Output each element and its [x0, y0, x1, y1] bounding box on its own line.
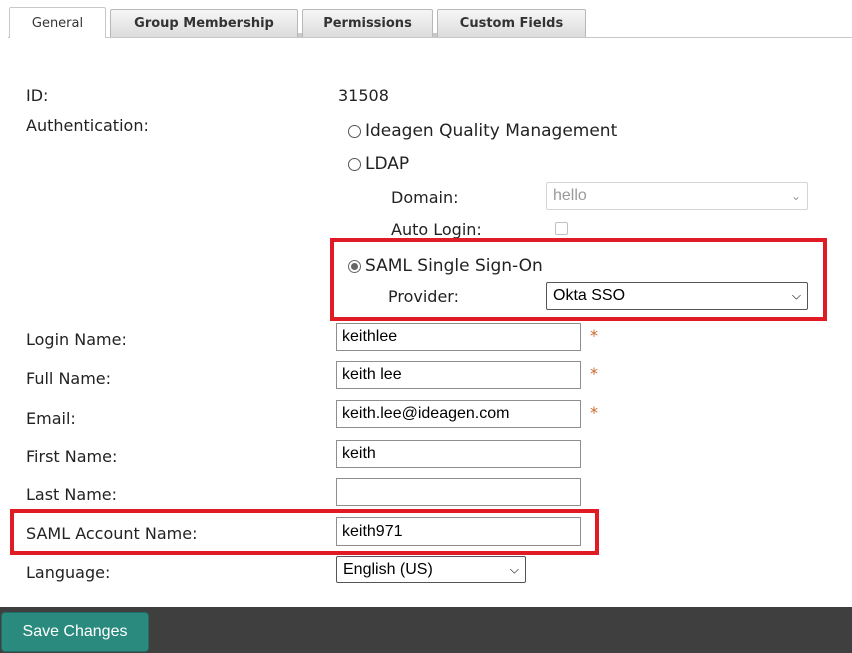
auth-option-iqm-label: Ideagen Quality Management [365, 121, 618, 141]
first-name-label: First Name: [26, 447, 118, 466]
last-name-input[interactable] [336, 478, 581, 506]
required-mark: * [590, 326, 598, 345]
full-name-label: Full Name: [26, 369, 112, 388]
domain-select-value: hello [553, 187, 587, 204]
domain-select[interactable]: hello ⌄ [546, 182, 808, 210]
saml-account-name-input[interactable] [336, 517, 581, 546]
domain-label: Domain: [391, 188, 459, 207]
tab-custom-fields[interactable]: Custom Fields [437, 9, 586, 37]
auth-option-saml[interactable]: SAML Single Sign-On [348, 256, 543, 276]
email-label: Email: [26, 409, 76, 428]
tab-label: General [31, 15, 84, 31]
save-changes-button[interactable]: Save Changes [1, 612, 149, 652]
email-input[interactable] [336, 400, 581, 428]
radio-saml[interactable] [348, 259, 361, 273]
tab-bar: General Group Membership Permissions Cus… [0, 0, 852, 38]
auth-option-ldap-label: LDAP [365, 154, 410, 174]
first-name-input[interactable] [336, 440, 581, 468]
language-select-value: English (US) [343, 560, 433, 578]
radio-iqm[interactable] [348, 124, 361, 138]
id-value: 31508 [338, 86, 389, 105]
required-mark: * [590, 364, 598, 383]
full-name-input[interactable] [336, 361, 581, 389]
chevron-down-icon: ⌵ [509, 562, 519, 576]
auto-login-label: Auto Login: [391, 220, 482, 239]
tab-permissions[interactable]: Permissions [302, 9, 433, 37]
last-name-label: Last Name: [26, 485, 118, 504]
language-select[interactable]: English (US) ⌵ [336, 556, 526, 583]
login-name-label: Login Name: [26, 330, 127, 349]
required-mark: * [590, 403, 598, 422]
provider-label: Provider: [388, 287, 459, 306]
tab-label: Custom Fields [459, 16, 564, 31]
authentication-label: Authentication: [26, 116, 149, 135]
radio-ldap[interactable] [348, 157, 361, 171]
tab-general[interactable]: General [9, 7, 106, 38]
chevron-down-icon: ⌄ [790, 189, 801, 203]
chevron-down-icon: ⌵ [791, 288, 801, 303]
auth-option-saml-label: SAML Single Sign-On [365, 256, 543, 276]
tab-label: Group Membership [134, 16, 274, 31]
language-label: Language: [26, 563, 111, 582]
provider-select-value: Okta SSO [553, 287, 626, 304]
tab-divider [8, 37, 852, 38]
save-changes-label: Save Changes [22, 623, 128, 640]
tab-group-membership[interactable]: Group Membership [110, 9, 298, 37]
saml-account-name-label: SAML Account Name: [26, 524, 198, 543]
id-label: ID: [26, 86, 49, 105]
auth-option-iqm[interactable]: Ideagen Quality Management [348, 121, 617, 141]
provider-select[interactable]: Okta SSO ⌵ [546, 282, 808, 310]
auto-login-checkbox[interactable] [555, 222, 568, 235]
tab-label: Permissions [323, 16, 412, 31]
auth-option-ldap[interactable]: LDAP [348, 154, 409, 174]
login-name-input[interactable] [336, 323, 581, 351]
